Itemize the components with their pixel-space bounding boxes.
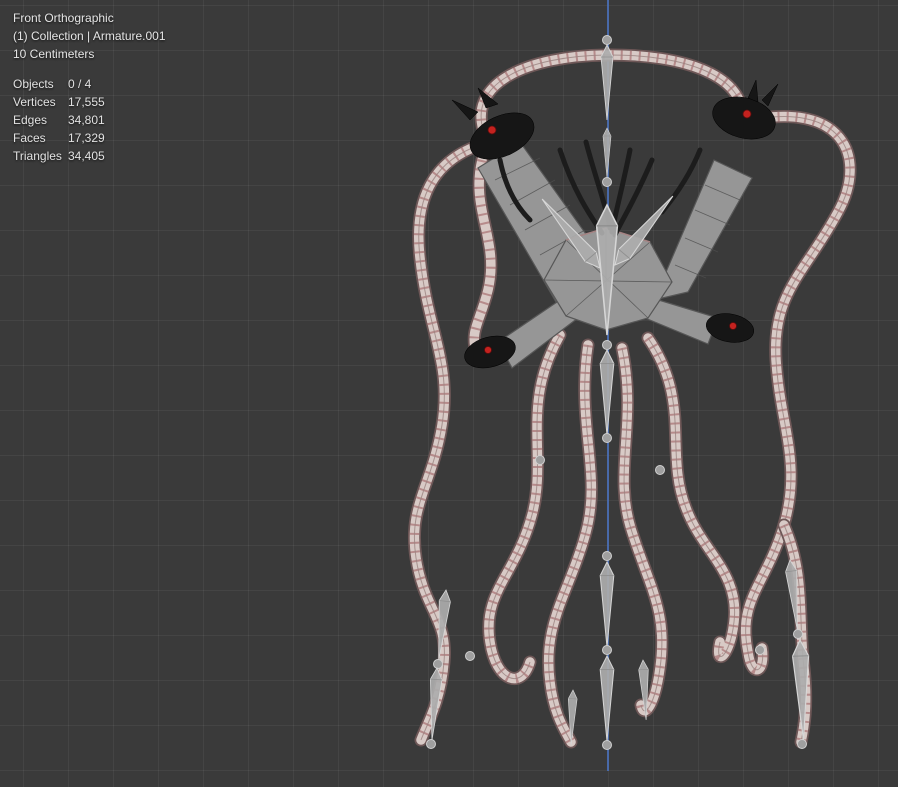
stat-edges: Edges 34,801 [13, 113, 105, 127]
grid-scale-label: 10 Centimeters [13, 47, 95, 61]
stat-faces: Faces 17,329 [13, 131, 105, 145]
hand-upper-right [712, 79, 779, 140]
stat-objects: Objects 0 / 4 [13, 77, 92, 91]
statistics-panel: Objects 0 / 4 Vertices 17,555 Edges 34,8… [13, 75, 166, 165]
stat-triangles: Triangles 34,405 [13, 149, 105, 163]
viewport-overlay: Front Orthographic (1) Collection | Arma… [13, 9, 166, 165]
viewport-3d[interactable]: Front Orthographic (1) Collection | Arma… [0, 0, 898, 787]
breadcrumb: (1) Collection | Armature.001 [13, 29, 166, 43]
tentacles [414, 55, 850, 742]
claw-mid-right [705, 313, 755, 343]
view-label: Front Orthographic [13, 11, 114, 25]
stat-vertices: Vertices 17,555 [13, 95, 105, 109]
